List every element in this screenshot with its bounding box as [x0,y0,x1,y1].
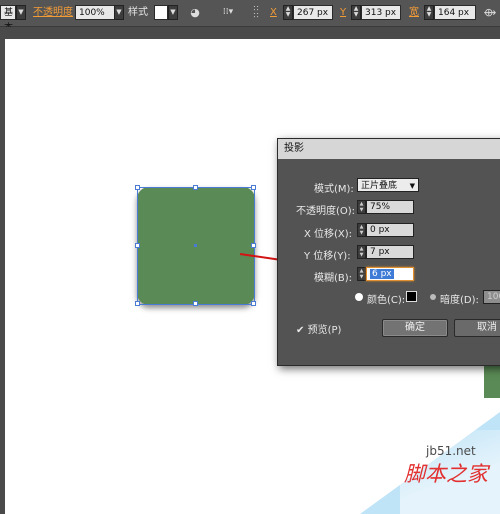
darkness-label: 暗度(D): [440,295,479,306]
ok-button[interactable]: 确定 [382,319,448,337]
color-label: 颜色(C): [367,295,406,306]
y-offset-label: Y 位移(Y): [304,251,351,262]
y-offset-stepper[interactable]: ▲ ▼ [357,245,366,259]
darkness-input[interactable]: 100 [483,290,500,304]
x-offset-input[interactable]: 0 px [366,223,414,237]
blur-input[interactable]: 6 px [366,267,414,281]
opacity-label: 不透明度(O): [296,206,356,217]
opacity-stepper[interactable]: ▲ ▼ [357,200,366,214]
checkmark-icon: ✔ [296,325,305,336]
watermark-text: 脚本之家 [404,462,488,486]
dialog-title: 投影 [278,139,500,159]
x-offset-stepper[interactable]: ▲ ▼ [357,223,366,237]
blur-label: 模糊(B): [314,273,353,284]
blur-stepper[interactable]: ▲ ▼ [357,267,366,281]
color-radio[interactable] [356,294,362,300]
blend-mode-value: 正片叠底 [361,181,398,191]
opacity-input[interactable]: 75% [366,200,414,214]
shadow-color-swatch[interactable] [406,291,417,302]
watermark-url: jb51.net [426,444,476,458]
mode-label: 模式(M): [314,184,354,195]
chevron-down-icon: ▼ [409,182,415,190]
preview-checkbox[interactable]: ✔ 预览(P) [296,321,341,336]
x-offset-label: X 位移(X): [304,229,353,240]
blur-value: 6 px [370,269,394,279]
cancel-button[interactable]: 取消 [454,319,500,337]
y-offset-input[interactable]: 7 px [366,245,414,259]
blend-mode-select[interactable]: 正片叠底 ▼ [357,178,419,192]
darkness-radio[interactable] [430,294,436,300]
drop-shadow-dialog: 投影 模式(M): 正片叠底 ▼ 不透明度(O): ▲ ▼ 75% X 位移(X)… [277,138,500,366]
preview-label: 预览(P) [307,325,342,336]
